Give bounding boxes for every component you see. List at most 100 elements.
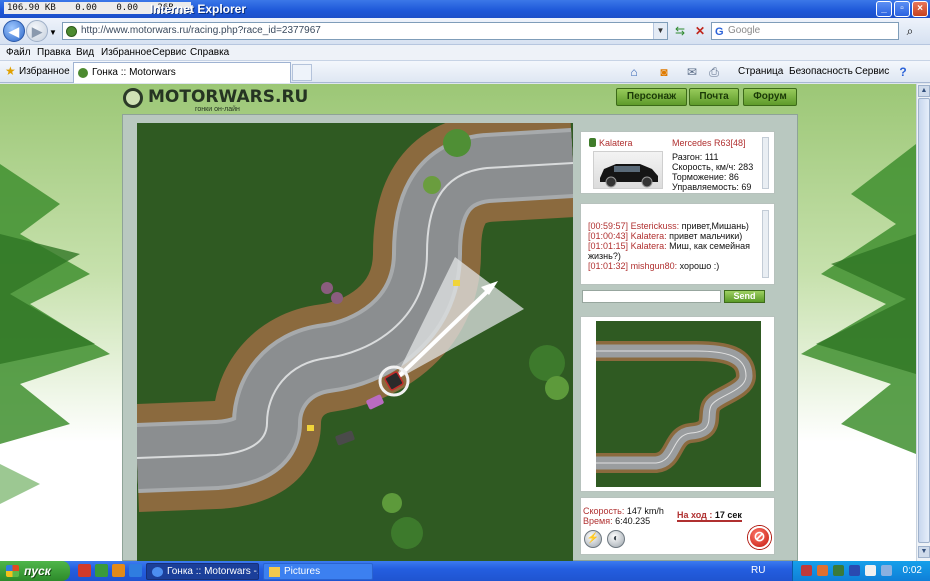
taskbar-item-pictures[interactable]: Pictures [263,563,373,580]
page-scrollbar[interactable]: ▲ ▼ [916,84,930,561]
menu-tools[interactable]: Сервис [152,47,186,58]
car-stat-braking: Торможение: 86 [672,172,739,182]
language-indicator[interactable]: RU [751,565,765,576]
folder-icon [269,567,280,577]
menu-favorites[interactable]: Избранное [101,47,152,58]
turn-seconds: 17 сек [714,510,742,520]
nitro-button[interactable]: ⚡ [584,530,602,548]
minimap[interactable] [596,321,761,487]
close-button[interactable]: × [912,1,928,17]
ie-icon [152,567,163,577]
surrender-button[interactable]: ⊘ [748,526,771,549]
quick-launch-icon[interactable] [112,564,125,577]
taskbar-item-label: Гонка :: Motorwars -... [167,566,259,577]
volume-icon[interactable] [881,565,892,576]
taskbar-item-browser[interactable]: Гонка :: Motorwars -... [146,563,259,580]
tray-icon[interactable] [849,565,860,576]
quick-launch-icon[interactable] [95,564,108,577]
bush [423,176,441,194]
gear-button[interactable]: ◐ [607,530,625,548]
windows-logo-icon [6,565,19,577]
menu-view[interactable]: Вид [76,47,94,58]
race-speed: Скорость: 147 km/h Время: 6:40.235 [583,506,664,526]
command-page[interactable]: Страница [738,66,783,77]
stop-icon[interactable]: ✕ [692,23,708,39]
car-model: Mercedes R63[48] [672,138,746,148]
menu-bar: Файл Правка Вид Избранное Сервис Справка [0,45,930,61]
tray-icon[interactable] [801,565,812,576]
start-button[interactable]: пуск [0,561,70,581]
new-tab-button[interactable] [292,64,312,81]
refresh-icon[interactable]: ⇆ [672,23,688,39]
turn-timer: На ход : 17 сек [677,510,742,522]
search-input[interactable]: G Google [711,22,899,40]
help-icon[interactable]: ? [895,64,911,80]
scroll-up-icon[interactable]: ▲ [918,85,930,97]
nav-forum-button[interactable]: Форум [743,88,797,106]
scroll-thumb[interactable] [918,98,930,543]
speed-value: 147 km/h [626,506,664,516]
quick-launch-icon[interactable] [129,564,142,577]
tray-icon[interactable] [865,565,876,576]
command-security[interactable]: Безопасность [789,66,853,77]
road-sign [307,425,314,431]
system-tray: RU 0:02 [751,561,930,581]
menu-help[interactable]: Справка [190,47,229,58]
logo-text: MOTORWARS.RU [148,87,309,107]
favorites-button[interactable]: Избранное [19,66,70,77]
flower-bush [331,292,343,304]
leaf-decoration-right [801,144,916,454]
home-icon[interactable]: ⌂ [626,64,642,80]
car-owner[interactable]: Kalatera [599,138,633,148]
scroll-down-icon[interactable]: ▼ [918,546,930,558]
chat-scrollbar[interactable] [762,210,769,278]
road-sign [453,280,460,286]
tray-icon[interactable] [833,565,844,576]
address-url: http://www.motorwars.ru/racing.php?race_… [81,25,321,36]
tray-icon[interactable] [817,565,828,576]
chat-message: [00:59:57] Esterickuss: привет,Мишань) [588,221,749,231]
flower-bush [321,282,333,294]
minimize-button[interactable]: _ [876,1,892,17]
turn-label: На ход : [677,510,713,520]
logo-wheel-icon [123,88,143,108]
chat-input[interactable] [582,290,721,303]
tab-favicon-icon [78,68,88,78]
chat-message: жизнь?) [588,251,621,261]
stat-rate-in: 0.00 [75,3,97,13]
window-title-bar: 106.90 KB 0.00 0.00 26B Internet Explore… [0,0,930,18]
bush [382,493,402,513]
tab-motorwars[interactable]: Гонка :: Motorwars [73,62,291,83]
google-icon: G [715,26,724,38]
nav-character-button[interactable]: Персонаж [616,88,687,106]
nav-mail-button[interactable]: Почта [689,88,739,106]
time-value: 6:40.235 [615,516,651,526]
start-label: пуск [24,564,51,578]
command-tools[interactable]: Сервис [855,66,889,77]
chat-panel: [00:59:57] Esterickuss: привет,Мишань) [… [580,203,775,285]
address-dropdown-icon[interactable]: ▼ [653,23,667,39]
car-image [593,151,663,189]
address-input[interactable]: http://www.motorwars.ru/racing.php?race_… [62,22,668,40]
menu-edit[interactable]: Правка [37,47,71,58]
window-title: Internet Explorer [150,2,247,16]
chat-message: [01:01:32] mishgun80: хорошо :) [588,261,720,271]
car-info-panel: Kalatera Mercedes R63[48] Разгон: 111 Ск… [580,131,775,194]
race-track[interactable] [137,123,573,561]
mail-icon[interactable]: ✉ [684,64,700,80]
tab-title: Гонка :: Motorwars [92,67,176,78]
rss-icon[interactable]: ◙ [656,64,672,80]
speed-label: Скорость: [583,506,625,516]
maximize-button[interactable]: ▫ [894,1,910,17]
car-panel-scrollbar[interactable] [762,137,769,189]
history-dropdown-icon[interactable]: ▼ [45,25,61,41]
send-button[interactable]: Send [724,290,765,303]
quick-launch-icon[interactable] [78,564,91,577]
favorites-star-icon[interactable]: ★ [5,64,16,78]
print-icon[interactable]: ⎙ [706,64,722,80]
taskbar: пуск Гонка :: Motorwars -... Pictures RU… [0,561,930,581]
menu-file[interactable]: Файл [6,47,31,58]
back-button[interactable]: ◀ [3,20,25,42]
car-stat-handling: Управляемость: 69 [672,182,752,192]
search-icon[interactable]: ⌕ [902,23,918,39]
